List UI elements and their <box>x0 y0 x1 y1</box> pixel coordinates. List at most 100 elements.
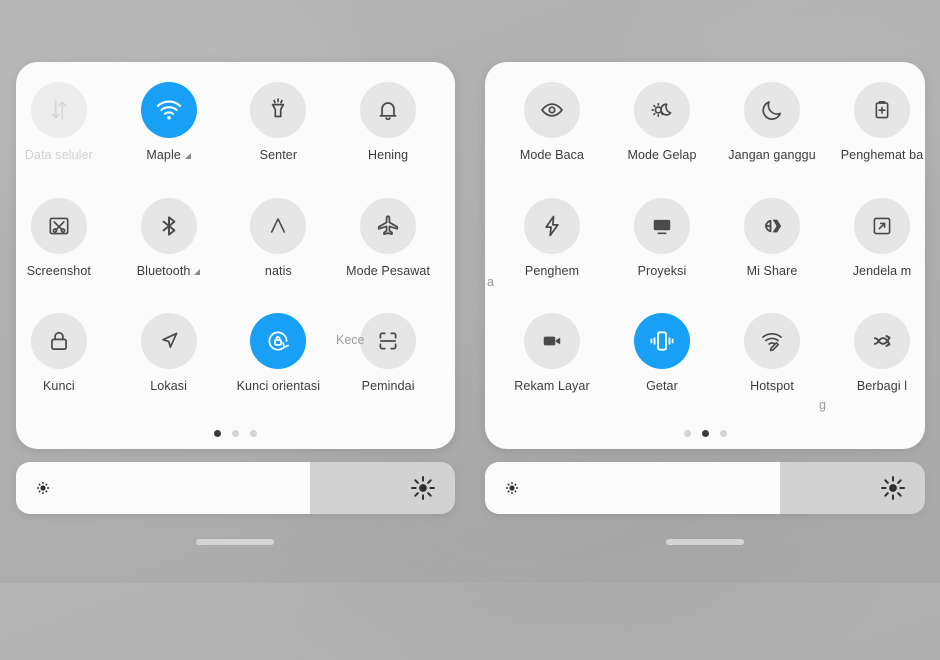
phone-screenshot-left: Data seluler Maple Senter Hening Screens… <box>0 0 470 583</box>
screenshot-icon <box>30 197 87 254</box>
tile-hotspot[interactable]: Hotspot <box>717 307 827 423</box>
tile-label: Jangan ganggu <box>728 149 816 162</box>
tile-label: Hening <box>368 149 408 162</box>
tile-mode-baca[interactable]: Mode Baca <box>497 76 607 192</box>
battery-saver-icon <box>854 82 910 138</box>
tile-label: Penghem <box>525 265 579 278</box>
page-dot-2[interactable] <box>232 430 239 437</box>
tile-label-text: Hotspot <box>750 379 794 394</box>
home-gesture-bar-right[interactable] <box>666 539 744 545</box>
hotspot-icon <box>744 313 800 370</box>
mi-share-icon <box>744 197 800 254</box>
tile-label-text: Proyeksi <box>637 263 687 278</box>
brightness-low-icon <box>33 462 53 514</box>
brightness-high-icon <box>879 462 907 514</box>
brightness-slider-fill <box>485 462 780 514</box>
tile-pemindai[interactable]: Pemindai <box>333 307 443 423</box>
tile-mi-share[interactable]: Mi Share <box>717 192 827 308</box>
tile-label-text: Berbagi l <box>856 379 908 394</box>
screen: Data seluler Maple Senter Hening Screens… <box>0 0 940 660</box>
tile-label-text: Hening <box>368 148 409 162</box>
tile-label: Screenshot <box>27 265 91 278</box>
tile-label: Kunci orientasi <box>237 380 321 393</box>
video-camera-icon <box>524 313 580 370</box>
tile-label: Maple <box>146 149 191 162</box>
tile-lokasi[interactable]: Lokasi <box>114 307 224 423</box>
tile-screenshot[interactable]: Screenshot <box>16 192 114 308</box>
page-dot-3[interactable] <box>250 430 257 437</box>
tile-penghemat-baterai[interactable]: Penghemat ba <box>827 76 925 192</box>
auto-brightness-icon <box>250 197 307 254</box>
tile-label-text: Bluetooth <box>136 263 191 278</box>
tile-label-text: Mode Gelap <box>627 148 697 162</box>
tile-label-text: Jangan ganggu <box>728 148 816 162</box>
tile-label-text: Mode Baca <box>519 148 585 162</box>
tile-jangan-ganggu[interactable]: Jangan ganggu <box>717 76 827 192</box>
tile-label: Kunci <box>43 380 75 393</box>
page-indicator-page-2 <box>485 430 925 437</box>
tile-label-text: natis <box>264 263 292 278</box>
tile-label: Rekam Layar <box>514 380 589 393</box>
page-dot-3[interactable] <box>719 430 727 437</box>
tile-label-text: Senter <box>259 148 298 162</box>
tile-label-text: Lokasi <box>150 379 187 394</box>
page-dot-1[interactable] <box>683 430 691 437</box>
moon-icon <box>744 82 800 138</box>
tile-label-text: Maple <box>146 148 181 162</box>
home-gesture-bar-left[interactable] <box>196 539 274 545</box>
tile-label: natis <box>265 265 292 278</box>
tile-mode-gelap[interactable]: Mode Gelap <box>607 76 717 192</box>
tile-label: Senter <box>260 149 297 162</box>
tile-hening[interactable]: Hening <box>333 76 443 192</box>
tile-jendela-mengambang[interactable]: Jendela m <box>827 192 925 308</box>
rotation-lock-icon <box>250 313 307 370</box>
tile-penghemat[interactable]: Penghem <box>497 192 607 308</box>
brightness-slider-left[interactable] <box>16 462 455 514</box>
brightness-slider-fill <box>16 462 311 514</box>
tile-label-text: Jendela m <box>852 263 912 278</box>
tile-label: Getar <box>646 380 678 393</box>
share-network-icon <box>854 313 910 370</box>
tile-label-text: Data seluler <box>24 148 93 162</box>
tile-label: Bluetooth <box>137 265 201 278</box>
page-dot-2[interactable] <box>701 430 709 437</box>
partial-label-left: a <box>487 275 494 289</box>
chevron-expand-icon[interactable] <box>184 153 191 160</box>
tile-label-text: Kunci orientasi <box>236 379 321 394</box>
quick-settings-grid-page-1: Data seluler Maple Senter Hening Screens… <box>16 62 443 449</box>
brightness-slider-right[interactable] <box>485 462 925 514</box>
tile-proyeksi[interactable]: Proyeksi <box>607 192 717 308</box>
page-dot-1[interactable] <box>214 430 221 437</box>
quick-settings-grid-page-2: Mode Baca Mode Gelap Jangan ganggu Pengh… <box>497 62 925 449</box>
tile-label-text: Rekam Layar <box>514 379 590 394</box>
tile-label-text: Getar <box>646 379 678 394</box>
tile-senter[interactable]: Senter <box>224 76 334 192</box>
tile-wifi-maple[interactable]: Maple <box>114 76 224 192</box>
tile-label-text: Pemindai <box>361 379 415 394</box>
tile-label: Hotspot <box>750 380 794 393</box>
tile-kecerahan-otomatis[interactable]: natis <box>224 192 334 308</box>
tile-data-seluler[interactable]: Data seluler <box>16 76 114 192</box>
airplane-icon <box>360 197 417 254</box>
tile-getar[interactable]: Getar <box>607 307 717 423</box>
tile-label: Mi Share <box>747 265 798 278</box>
tile-label: Pemindai <box>362 380 415 393</box>
chevron-expand-icon[interactable] <box>194 268 201 275</box>
tile-bluetooth[interactable]: Bluetooth <box>114 192 224 308</box>
tile-berbagi-internet[interactable]: Berbagi l <box>827 307 925 423</box>
wifi-icon <box>140 82 197 138</box>
eye-icon <box>524 82 580 138</box>
tile-kunci-orientasi[interactable]: Kunci orientasi <box>224 307 334 423</box>
tile-label-text: Penghemat ba <box>840 148 924 162</box>
tile-label: Berbagi l <box>857 380 907 393</box>
floating-window-icon <box>854 197 910 254</box>
page-indicator-page-1 <box>16 430 455 437</box>
tile-kunci[interactable]: Kunci <box>16 307 114 423</box>
bell-icon <box>360 82 417 138</box>
tile-label: Mode Baca <box>520 149 584 162</box>
tile-rekam-layar[interactable]: Rekam Layar <box>497 307 607 423</box>
tile-mode-pesawat[interactable]: Mode Pesawat <box>333 192 443 308</box>
phone-screenshot-right: Mode Baca Mode Gelap Jangan ganggu Pengh… <box>470 0 940 583</box>
brightness-low-icon <box>502 462 522 514</box>
vibrate-icon <box>634 313 690 370</box>
